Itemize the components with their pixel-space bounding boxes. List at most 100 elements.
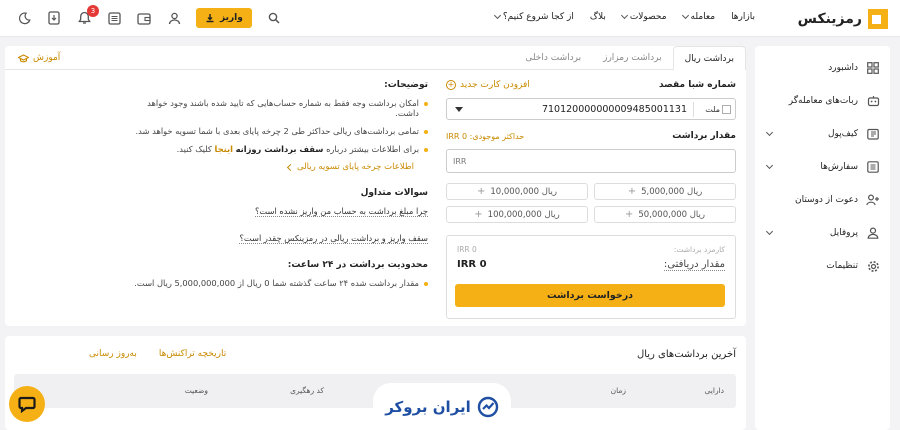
history-title: آخرین برداشت‌های ریال: [636, 349, 736, 360]
sidebar-item-orders[interactable]: سفارش‌ها: [755, 157, 890, 177]
add-user-icon: [866, 193, 880, 207]
bullet-icon: [424, 282, 428, 286]
top-bar: رمزینکس بازارها معامله محصولات بلاگ از ک…: [0, 0, 900, 37]
nav-item-getting-started[interactable]: از کجا شروع کنیم؟: [493, 11, 574, 22]
max-balance-link[interactable]: حداکثر موجودی: IRR 0: [446, 132, 524, 141]
sidebar-item-label: پروفایل: [829, 228, 858, 238]
column-header: دارایی: [704, 386, 724, 395]
search-icon[interactable]: [266, 10, 282, 26]
fee-label: کارمزد برداشت:: [673, 245, 725, 254]
sidebar-item-invite[interactable]: دعوت از دوستان: [755, 190, 890, 210]
bullet-icon: [424, 148, 428, 152]
chevron-down-icon: [493, 11, 501, 20]
column-header: وضعیت: [184, 386, 208, 395]
here-link[interactable]: اینجا: [215, 144, 233, 154]
topbar-actions: 3 واریز: [16, 5, 282, 28]
app-download-icon[interactable]: [46, 10, 62, 26]
sidebar-item-bots[interactable]: ربات‌های معامله‌گر: [755, 91, 890, 111]
iban-select[interactable]: ملت 710120000000009485001131: [446, 98, 736, 120]
notifications-bell-icon[interactable]: 3: [76, 5, 99, 26]
watermark-text: ایران بروکر: [385, 397, 471, 416]
download-icon: [206, 14, 214, 23]
deposit-button[interactable]: واریز: [196, 8, 252, 28]
orders-icon: [866, 160, 880, 174]
grid-icon: [866, 61, 880, 75]
fee-value: IRR 0: [457, 245, 477, 254]
note-item: تمامی برداشت‌های ریالی حداکثر طی 2 چرخه …: [128, 126, 428, 136]
wallet-icon[interactable]: [136, 10, 152, 26]
column-header: زمان: [610, 386, 626, 395]
submit-withdraw-button[interactable]: درخواست برداشت: [455, 284, 725, 307]
user-icon[interactable]: [166, 10, 182, 26]
tab-rial-withdraw[interactable]: برداشت ریال: [672, 46, 746, 70]
sidebar: داشبورد ربات‌های معامله‌گر کیف‌پول سفارش…: [755, 46, 890, 430]
quick-amount-button[interactable]: +5,000,000 ریال: [594, 183, 736, 200]
transaction-history-link[interactable]: تاریخچه تراکنش‌ها: [159, 349, 226, 359]
notification-count-badge: 3: [87, 5, 99, 17]
tab-crypto-withdraw[interactable]: برداشت رمزارز: [592, 46, 673, 70]
note-bold: سقف برداشت روزانه: [235, 144, 324, 154]
watermark: ایران بروکر: [373, 383, 511, 430]
nav-item-trade[interactable]: معامله: [681, 11, 715, 22]
notes-title: توضیحات:: [384, 80, 428, 90]
orders-list-icon[interactable]: [106, 10, 122, 26]
logo-mark-icon: [868, 9, 888, 29]
deposit-label: واریز: [220, 13, 243, 23]
bullet-icon: [424, 130, 428, 134]
tutorial-link[interactable]: آموزش: [18, 53, 60, 63]
sidebar-item-profile[interactable]: پروفایل: [755, 223, 890, 243]
sidebar-item-dashboard[interactable]: داشبورد: [755, 58, 890, 78]
add-card-button[interactable]: افزودن کارت جدید +: [446, 80, 530, 90]
faq-link[interactable]: چرا مبلغ برداشت به حساب من واریز نشده اس…: [254, 206, 428, 217]
sidebar-item-label: دعوت از دوستان: [794, 195, 858, 205]
amount-input[interactable]: IRR: [446, 149, 736, 173]
sidebar-item-wallet[interactable]: کیف‌پول: [755, 124, 890, 144]
nav-item-markets[interactable]: بازارها: [731, 12, 755, 22]
sidebar-item-settings[interactable]: تنظیمات: [755, 256, 890, 276]
quick-amount-button[interactable]: +50,000,000 ریال: [594, 206, 736, 223]
wallet-icon: [866, 127, 880, 141]
sidebar-item-label: تنظیمات: [826, 261, 858, 271]
bank-logo-icon: [722, 105, 731, 114]
note-item: امکان برداشت وجه فقط به شماره حساب‌هایی …: [128, 98, 428, 118]
note-text: امکان برداشت وجه فقط به شماره حساب‌هایی …: [147, 98, 419, 118]
limit-title: محدودیت برداشت در ۲۴ ساعت:: [287, 260, 428, 270]
iban-value: 710120000000009485001131: [541, 104, 687, 115]
withdraw-tabs: برداشت ریال برداشت رمزارز برداشت داخلی: [514, 46, 746, 70]
faq-item: چرا مبلغ برداشت به حساب من واریز نشده اس…: [128, 206, 428, 224]
sidebar-item-label: کیف‌پول: [827, 129, 858, 139]
chevron-down-icon: [681, 11, 689, 20]
faq-item: سقف واریز و برداشت ریالی در رمزینکس چقدر…: [128, 233, 428, 251]
iban-label: شماره شبا مقصد: [658, 80, 736, 90]
plus-icon: +: [476, 186, 486, 197]
withdraw-form: شماره شبا مقصد افزودن کارت جدید + ملت 71…: [446, 80, 736, 319]
quick-amount-button[interactable]: +100,000,000 ریال: [446, 206, 588, 223]
chevron-down-icon: [620, 11, 628, 20]
quick-amount-label: 10,000,000 ریال: [490, 186, 557, 197]
sidebar-item-label: ربات‌های معامله‌گر: [788, 96, 858, 106]
support-chat-button[interactable]: [9, 386, 45, 422]
logo[interactable]: رمزینکس: [798, 9, 888, 29]
withdraw-panel: برداشت ریال برداشت رمزارز برداشت داخلی آ…: [5, 46, 746, 326]
amount-currency: IRR: [453, 157, 467, 166]
withdraw-summary: کارمزد برداشت: IRR 0 مقدار دریافتی: IRR …: [446, 235, 736, 319]
quick-amount-label: 5,000,000 ریال: [641, 186, 703, 197]
note-prefix: برای اطلاعات بیشتر درباره: [326, 144, 419, 154]
dark-mode-icon[interactable]: [16, 10, 32, 26]
note-suffix: کلیک کنید.: [176, 144, 212, 154]
nav-item-blog[interactable]: بلاگ: [590, 12, 606, 22]
history-actions: تاریخچه تراکنش‌ها به‌روز رسانی: [89, 349, 226, 359]
nav-item-products[interactable]: محصولات: [620, 11, 667, 22]
note-text: تمامی برداشت‌های ریالی حداکثر طی 2 چرخه …: [135, 126, 419, 136]
bank-name: ملت: [705, 105, 720, 114]
plus-icon: +: [624, 209, 634, 220]
tab-internal-withdraw[interactable]: برداشت داخلی: [514, 46, 592, 70]
refresh-link[interactable]: به‌روز رسانی: [89, 349, 137, 359]
iban-row: شماره شبا مقصد افزودن کارت جدید +: [446, 80, 736, 90]
limit-item: مقدار برداشت شده ۲۴ ساعت گذشته شما 0 ریا…: [128, 278, 428, 288]
amount-label: مقدار برداشت: [672, 131, 736, 141]
faq-link[interactable]: سقف واریز و برداشت ریالی در رمزینکس چقدر…: [239, 233, 428, 244]
note-item: برای اطلاعات بیشتر درباره سقف برداشت روز…: [128, 144, 428, 154]
paya-info-link[interactable]: اطلاعات چرخه پایای تسویه ریالی: [128, 162, 414, 172]
quick-amount-button[interactable]: +10,000,000 ریال: [446, 183, 588, 200]
